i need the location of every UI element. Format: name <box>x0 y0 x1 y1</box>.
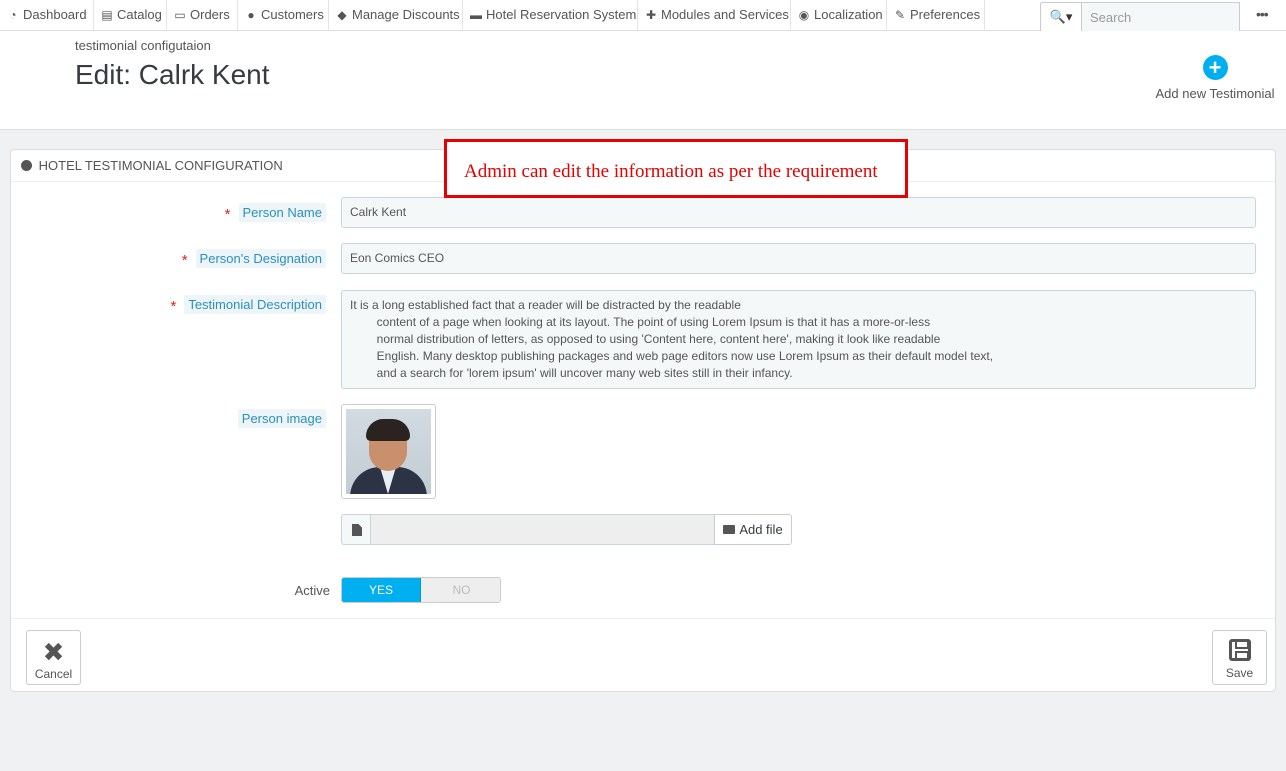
active-switch[interactable]: YES NO <box>341 577 501 603</box>
add-new-label: Add new Testimonial <box>1155 86 1275 101</box>
nav-localization[interactable]: ◉ Localization <box>791 0 887 31</box>
person-image-thumbnail <box>341 404 436 499</box>
cancel-button[interactable]: ✖ Cancel <box>26 630 81 685</box>
nav-modules-and-services[interactable]: ✚ Modules and Services <box>638 0 791 31</box>
add-file-label: Add file <box>739 522 783 537</box>
testimonial-config-panel: HOTEL TESTIMONIAL CONFIGURATION * Person … <box>10 149 1276 692</box>
nav-manage-discounts[interactable]: ◆ Manage Discounts <box>329 0 463 31</box>
nav-preferences[interactable]: ✎ Preferences <box>887 0 985 31</box>
search-type-dropdown[interactable]: 🔍▾ <box>1040 2 1082 32</box>
person-image-label: Person image <box>11 409 326 428</box>
save-icon <box>1228 639 1251 661</box>
person-name-label: * Person Name <box>11 203 326 223</box>
photo-hair <box>366 419 410 441</box>
search-icon: 🔍▾ <box>1049 9 1073 24</box>
save-label: Save <box>1225 666 1254 680</box>
person-name-input[interactable]: Calrk Kent <box>341 197 1256 228</box>
credit-card-icon: ▭ <box>174 8 186 22</box>
breadcrumb[interactable]: testimonial configutaion <box>75 38 211 53</box>
nav-label: Catalog <box>117 7 162 22</box>
required-marker: * <box>224 206 231 223</box>
person-photo <box>346 409 431 494</box>
nav-label: Modules and Services <box>661 7 789 22</box>
nav-label: Orders <box>190 7 230 22</box>
nav-label: Dashboard <box>23 7 87 22</box>
panel-footer: ✖ Cancel Save <box>11 618 1275 691</box>
search-input[interactable] <box>1082 2 1240 32</box>
globe-icon <box>21 160 32 171</box>
cancel-label: Cancel <box>34 667 73 681</box>
designation-input[interactable]: Eon Comics CEO <box>341 243 1256 274</box>
file-name-input[interactable] <box>371 514 715 545</box>
nav-label: Hotel Reservation System <box>486 7 637 22</box>
nav-label: Localization <box>814 7 883 22</box>
users-icon: ● <box>247 8 255 22</box>
add-file-button[interactable]: Add file <box>714 514 792 545</box>
nav-label: Preferences <box>910 7 981 22</box>
top-navigation: ◔ Dashboard ▤ Catalog ▭ Orders ● Customers ◆… <box>0 0 1286 32</box>
nav-orders[interactable]: ▭ Orders <box>167 0 238 31</box>
book-icon: ▤ <box>101 8 113 22</box>
page-title: Edit: Calrk Kent <box>75 59 270 90</box>
more-icon[interactable]: ••• <box>1256 6 1269 22</box>
nav-catalog[interactable]: ▤ Catalog <box>94 0 167 31</box>
page-header: testimonial configutaion Edit: Calrk Ken… <box>0 31 1286 130</box>
nav-customers[interactable]: ● Customers <box>238 0 329 31</box>
plus-circle-icon: + <box>1202 55 1228 80</box>
annotation-callout: Admin can edit the information as per th… <box>444 139 908 198</box>
folder-open-icon <box>723 525 736 534</box>
description-textarea[interactable]: It is a long established fact that a rea… <box>341 290 1256 389</box>
bed-icon: ▬ <box>470 8 482 22</box>
nav-dashboard[interactable]: ◔ Dashboard <box>0 0 94 31</box>
save-button[interactable]: Save <box>1212 630 1267 685</box>
nav-label: Manage Discounts <box>352 7 460 22</box>
designation-label: * Person's Designation <box>11 249 326 269</box>
active-label: Active <box>294 583 330 598</box>
required-marker: * <box>181 252 188 269</box>
tags-icon: ◆ <box>337 8 347 22</box>
close-icon: ✖ <box>42 637 65 667</box>
active-no-option[interactable]: NO <box>422 578 500 602</box>
designation-label-text: Person's Designation <box>195 249 326 268</box>
required-marker: * <box>170 298 177 315</box>
person-name-label-text: Person Name <box>238 203 326 222</box>
description-label: * Testimonial Description <box>11 295 326 315</box>
dashboard-icon: ◔ <box>9 8 17 22</box>
description-label-text: Testimonial Description <box>184 295 326 314</box>
puzzle-icon: ✚ <box>645 8 657 22</box>
file-addon <box>341 514 371 545</box>
globe-icon: ◉ <box>798 8 810 22</box>
add-new-testimonial-button[interactable]: + Add new Testimonial <box>1150 55 1280 101</box>
person-image-label-text: Person image <box>237 409 326 428</box>
file-icon <box>352 524 362 536</box>
panel-heading-label: HOTEL TESTIMONIAL CONFIGURATION <box>38 158 283 173</box>
active-yes-option[interactable]: YES <box>342 578 421 602</box>
nav-label: Customers <box>261 7 324 22</box>
wrench-icon: ✎ <box>894 8 906 22</box>
nav-hotel-reservation-system[interactable]: ▬ Hotel Reservation System <box>463 0 638 31</box>
